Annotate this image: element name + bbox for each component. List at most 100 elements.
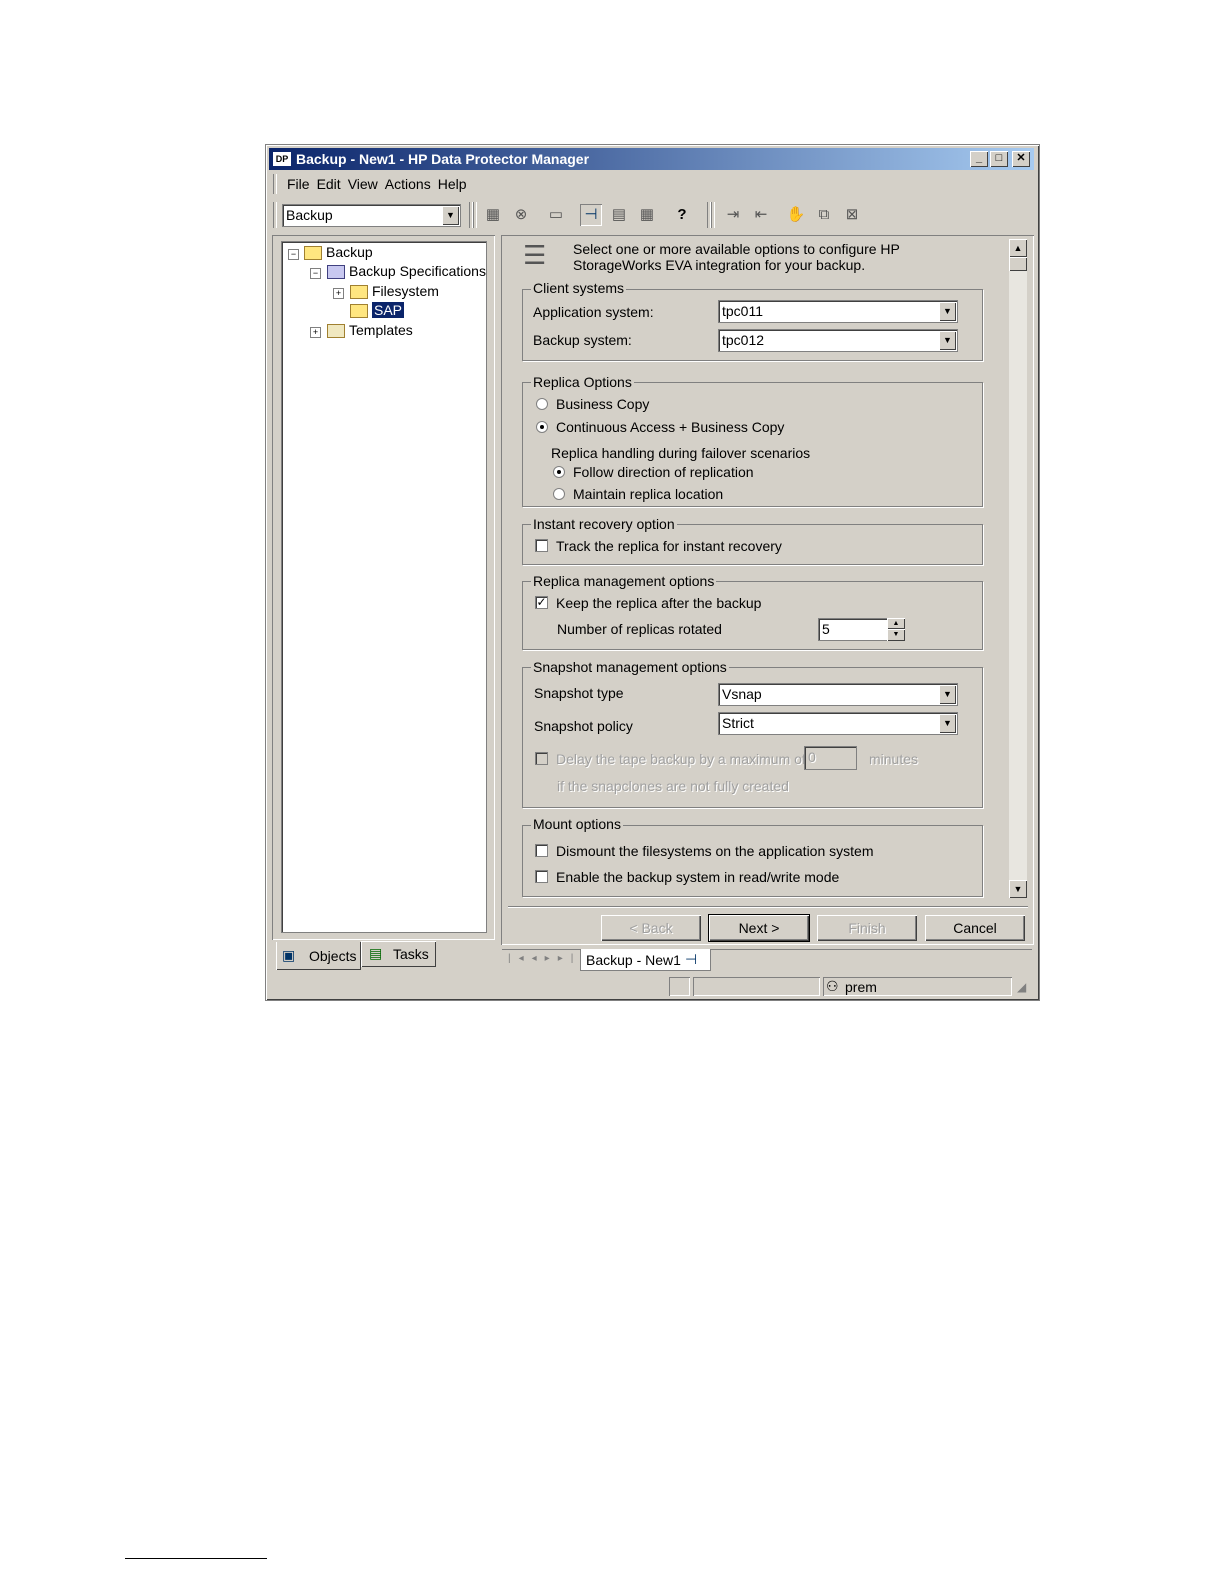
stop-icon[interactable]: ⊗ bbox=[510, 204, 532, 226]
snapshot-type-dropdown[interactable]: Vsnap bbox=[718, 683, 958, 706]
next-button[interactable]: Next > bbox=[708, 914, 810, 942]
chevron-down-icon[interactable] bbox=[939, 714, 956, 733]
instant-recovery-title: Instant recovery option bbox=[531, 516, 677, 532]
spin-down-icon[interactable]: ▼ bbox=[887, 629, 905, 641]
track-replica-label[interactable]: Track the replica for instant recovery bbox=[556, 538, 782, 554]
tab-objects[interactable]: ▣ Objects bbox=[276, 942, 361, 970]
hand-icon[interactable]: ✋ bbox=[785, 204, 807, 226]
maintain-location-label[interactable]: Maintain replica location bbox=[573, 486, 723, 502]
scroll-down-icon[interactable]: ▼ bbox=[1009, 880, 1027, 898]
tree-view[interactable] bbox=[281, 241, 487, 933]
tree-label-backup: Backup bbox=[326, 244, 373, 260]
delay-backup-checkbox[interactable] bbox=[535, 752, 548, 765]
business-copy-label[interactable]: Business Copy bbox=[556, 396, 649, 412]
tree-node-backup[interactable]: Backup bbox=[304, 244, 373, 261]
pin-icon[interactable]: ⊣ bbox=[685, 951, 697, 968]
title-bar[interactable]: DP Backup - New1 - HP Data Protector Man… bbox=[269, 148, 1034, 170]
next-tab-icon[interactable]: ▸ bbox=[545, 953, 558, 964]
application-system-dropdown[interactable]: tpc011 bbox=[718, 300, 958, 323]
back-button[interactable]: < Back bbox=[601, 915, 701, 941]
collapse-icon[interactable]: − bbox=[288, 249, 299, 260]
list-icon[interactable]: ▤ bbox=[608, 204, 630, 226]
keep-replica-label[interactable]: Keep the replica after the backup bbox=[556, 595, 761, 611]
chevron-down-icon[interactable] bbox=[939, 302, 956, 321]
toolbar-separator bbox=[473, 202, 477, 228]
tree-node-backup-specifications[interactable]: Backup Specifications bbox=[327, 263, 486, 280]
minimize-button[interactable]: _ bbox=[970, 151, 988, 167]
objects-icon: ▣ bbox=[282, 947, 296, 963]
track-replica-checkbox[interactable] bbox=[535, 539, 548, 552]
first-tab-icon[interactable]: |◂ bbox=[508, 953, 532, 964]
window-icon[interactable]: ▭ bbox=[545, 204, 567, 226]
delay-minutes-value: 0 bbox=[808, 749, 816, 765]
scroll-thumb[interactable] bbox=[1009, 257, 1027, 271]
tree-label-sap: SAP bbox=[372, 302, 405, 318]
cancel-button[interactable]: Cancel bbox=[925, 915, 1025, 941]
chevron-down-icon[interactable] bbox=[939, 685, 956, 704]
spin-up-icon[interactable]: ▲ bbox=[887, 618, 905, 629]
folder-icon bbox=[304, 246, 322, 261]
menu-help[interactable]: Help bbox=[438, 173, 467, 195]
context-dropdown[interactable]: Backup bbox=[282, 204, 461, 227]
replica-management-title: Replica management options bbox=[531, 573, 717, 589]
prev-tab-icon[interactable]: ◂ bbox=[532, 953, 545, 964]
ca-bc-label[interactable]: Continuous Access + Business Copy bbox=[556, 419, 784, 435]
close-button[interactable]: ✕ bbox=[1012, 151, 1030, 167]
mount-options-group bbox=[522, 825, 983, 897]
maximize-button[interactable]: □ bbox=[990, 151, 1008, 167]
tree-label-filesystem: Filesystem bbox=[372, 283, 439, 299]
maintain-location-radio[interactable] bbox=[553, 488, 565, 500]
footnote-rule bbox=[125, 1558, 267, 1559]
keep-replica-checkbox[interactable]: ✓ bbox=[535, 596, 548, 609]
status-user: prem bbox=[845, 979, 877, 995]
ca-bc-radio[interactable] bbox=[536, 421, 548, 433]
tab-tasks[interactable]: ▤ Tasks bbox=[361, 941, 436, 967]
follow-direction-radio[interactable] bbox=[553, 466, 565, 478]
follow-direction-label[interactable]: Follow direction of replication bbox=[573, 464, 754, 480]
tab-backup-new1[interactable]: Backup - New1 ⊣ bbox=[580, 949, 711, 971]
tree-node-filesystem[interactable]: Filesystem bbox=[350, 283, 439, 300]
tree-node-templates[interactable]: Templates bbox=[327, 322, 413, 339]
business-copy-radio[interactable] bbox=[536, 398, 548, 410]
calendar-icon[interactable]: ▦ bbox=[636, 204, 658, 226]
snapshot-policy-dropdown[interactable]: Strict bbox=[718, 712, 958, 735]
menu-view[interactable]: View bbox=[348, 173, 378, 195]
tree-node-sap[interactable]: SAP bbox=[350, 302, 405, 319]
tab-nav-arrows[interactable]: |◂◂▸▸| bbox=[508, 953, 581, 964]
menu-actions[interactable]: Actions bbox=[385, 173, 431, 195]
cascade-icon[interactable]: ⧉ bbox=[813, 204, 835, 226]
dismount-checkbox[interactable] bbox=[535, 844, 548, 857]
replica-management-group bbox=[522, 581, 983, 650]
resize-grip-icon[interactable]: ◢ bbox=[1017, 980, 1033, 996]
vertical-scrollbar[interactable]: ▲ ▼ bbox=[1009, 239, 1027, 898]
dismount-label[interactable]: Dismount the filesystems on the applicat… bbox=[556, 843, 873, 859]
expand-icon[interactable]: + bbox=[333, 288, 344, 299]
backup-system-dropdown[interactable]: tpc012 bbox=[718, 329, 958, 352]
menu-file[interactable]: File bbox=[287, 173, 310, 195]
delay-minutes-input[interactable]: 0 bbox=[804, 746, 857, 770]
chevron-down-icon[interactable] bbox=[442, 206, 459, 225]
specifications-icon bbox=[327, 265, 345, 280]
last-tab-icon[interactable]: ▸| bbox=[558, 953, 582, 964]
pin-icon[interactable]: ⊣ bbox=[580, 204, 602, 226]
tile-icon[interactable]: ⊠ bbox=[841, 204, 863, 226]
menu-edit[interactable]: Edit bbox=[317, 173, 341, 195]
delay-unit-label: minutes bbox=[869, 751, 919, 767]
user-icon: ⚇ bbox=[826, 978, 839, 994]
help-icon[interactable]: ? bbox=[671, 204, 693, 226]
enable-rw-label[interactable]: Enable the backup system in read/write m… bbox=[556, 869, 839, 885]
scroll-up-icon[interactable]: ▲ bbox=[1009, 239, 1027, 257]
clients-icon[interactable]: ▦ bbox=[482, 204, 504, 226]
replicas-rotated-label: Number of replicas rotated bbox=[557, 621, 722, 637]
replicas-rotated-input[interactable]: 5 bbox=[818, 618, 888, 641]
chevron-down-icon[interactable] bbox=[939, 331, 956, 350]
wizard-intro: Select one or more available options to … bbox=[573, 241, 900, 273]
export-icon[interactable]: ⇤ bbox=[750, 204, 772, 226]
failover-label: Replica handling during failover scenari… bbox=[551, 445, 811, 461]
collapse-icon[interactable]: − bbox=[310, 268, 321, 279]
finish-button[interactable]: Finish bbox=[817, 915, 917, 941]
import-icon[interactable]: ⇥ bbox=[722, 204, 744, 226]
enable-rw-checkbox[interactable] bbox=[535, 870, 548, 883]
expand-icon[interactable]: + bbox=[310, 327, 321, 338]
tasks-icon: ▤ bbox=[369, 945, 383, 961]
